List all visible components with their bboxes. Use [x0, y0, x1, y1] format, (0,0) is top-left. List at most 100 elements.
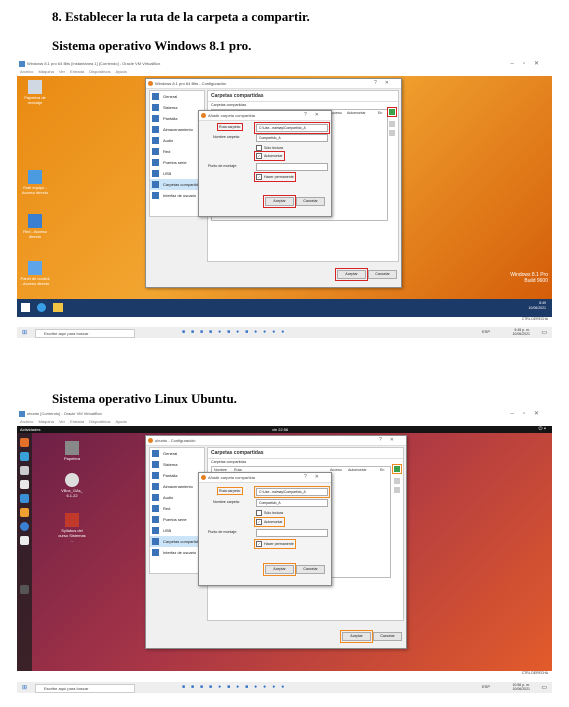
ub-sidebar-item-sistema[interactable]: Sistema	[150, 459, 204, 470]
settings-help-close[interactable]: ?✕	[374, 80, 397, 86]
sidebar-item-interfaz-usuario[interactable]: Interfaz de usuario	[150, 190, 204, 201]
papelera-shortcut[interactable]: Papelera	[57, 441, 87, 461]
pinned-apps[interactable]: ■■■■●■●■●●●●	[182, 329, 290, 335]
ub-add-share-cancel-button[interactable]: Cancelar	[296, 565, 325, 574]
thunderbird-icon[interactable]	[20, 452, 29, 461]
ub-readonly-checkbox[interactable]: Sólo lectura	[256, 510, 283, 516]
ub-notifications-icon[interactable]: ▭	[541, 684, 547, 691]
sidebar-item-sistema[interactable]: Sistema	[150, 102, 204, 113]
ub-settings-sidebar: General Sistema Pantalla Almacenamiento …	[149, 447, 205, 574]
sidebar-item-general[interactable]: General	[150, 91, 204, 102]
ub-menu-entrada[interactable]: Entrada	[70, 419, 84, 424]
window-controls[interactable]: –▫✕	[511, 60, 549, 67]
ub-menu-maquina[interactable]: Máquina	[38, 419, 53, 424]
ub-top-clock[interactable]: vie 22:56	[272, 427, 288, 432]
menu-ver[interactable]: Ver	[59, 69, 65, 74]
ub-sidebar-item-carpetas-compartidas[interactable]: Carpetas compartidas	[150, 536, 204, 547]
ub-menu-dispositivos[interactable]: Dispositivos	[89, 419, 110, 424]
automount-checkbox[interactable]: ✓ Automontar	[254, 151, 285, 161]
firefox-icon[interactable]	[20, 438, 29, 447]
ub-add-share-ok-button[interactable]: Aceptar	[263, 563, 296, 576]
readonly-checkbox[interactable]: Sólo lectura	[256, 145, 283, 151]
ub-storage-icon	[152, 483, 159, 490]
show-apps-icon[interactable]	[20, 585, 29, 594]
windows-start-icon[interactable]: ⊞	[22, 329, 27, 336]
ub-sidebar-item-general[interactable]: General	[150, 448, 204, 459]
name-field[interactable]: Compartido_A	[256, 134, 328, 142]
writer-icon[interactable]	[20, 494, 29, 503]
ub-sidebar-item-almacenamiento[interactable]: Almacenamiento	[150, 481, 204, 492]
ub-settings-help-close[interactable]: ?✕	[379, 437, 402, 443]
sidebar-item-pantalla[interactable]: Pantalla	[150, 113, 204, 124]
ub-sidebar-item-pantalla[interactable]: Pantalla	[150, 470, 204, 481]
sidebar-item-puertos-serie[interactable]: Puertos serie	[150, 157, 204, 168]
ub-edit-share-icon[interactable]	[394, 478, 400, 484]
ub-name-field[interactable]: Compartido_A	[256, 499, 328, 507]
ub-windows-start-icon[interactable]: ⊞	[22, 684, 27, 691]
add-share-cancel-button[interactable]: Cancelar	[296, 197, 325, 206]
ub-host-search-box[interactable]: Escribe aquí para buscar	[35, 684, 135, 693]
ub-sidebar-item-usb[interactable]: USB	[150, 525, 204, 536]
ub-add-share-help-close[interactable]: ?✕	[304, 474, 327, 480]
remove-share-icon[interactable]	[389, 130, 395, 136]
host-title-bar: Windows 8.1 pro 64 Bits [Instantánea 1] …	[17, 60, 552, 69]
ub-window-controls[interactable]: –▫✕	[511, 410, 549, 417]
rhythmbox-icon[interactable]	[20, 480, 29, 489]
start-icon[interactable]	[21, 303, 30, 312]
software-icon[interactable]	[20, 508, 29, 517]
syllabus-shortcut[interactable]: Syllabus del curso Sistemas ...	[57, 513, 87, 543]
ub-path-field[interactable]: C:\Use...ealmay\Compartido_A	[254, 486, 330, 498]
ub-remove-share-icon[interactable]	[394, 487, 400, 493]
ub-sidebar-item-puertos-serie[interactable]: Puertos serie	[150, 514, 204, 525]
add-share-help-close[interactable]: ?✕	[304, 112, 327, 118]
edge-icon[interactable]	[37, 303, 46, 312]
ub-mount-field[interactable]	[256, 529, 328, 537]
ub-host-lang[interactable]: ESP	[482, 684, 490, 689]
help-icon[interactable]	[20, 522, 29, 531]
settings-cancel-button[interactable]: Cancelar	[368, 270, 397, 279]
system-menu-icons[interactable]: ⏻ ▾	[539, 426, 546, 432]
menu-entrada[interactable]: Entrada	[70, 69, 84, 74]
activities-button[interactable]: Actividades	[20, 427, 40, 432]
ub-automount-checkbox[interactable]: ✓ Automontar	[254, 517, 285, 527]
ub-sidebar-item-interfaz-usuario[interactable]: Interfaz de usuario	[150, 547, 204, 558]
add-share-ok-button[interactable]: Aceptar	[263, 195, 296, 208]
host-search-box[interactable]: Escribe aquí para buscar	[35, 329, 135, 338]
ub-menu-ayuda[interactable]: Ayuda	[115, 419, 126, 424]
menu-maquina[interactable]: Máquina	[38, 69, 53, 74]
this-pc-shortcut[interactable]: Este equipo - Acceso directo	[20, 170, 50, 195]
mount-field[interactable]	[256, 163, 328, 171]
sidebar-item-carpetas-compartidas[interactable]: Carpetas compartidas	[150, 179, 204, 190]
add-share-icon[interactable]	[387, 107, 397, 117]
host-lang[interactable]: ESP	[482, 329, 490, 334]
sidebar-item-red[interactable]: Red	[150, 146, 204, 157]
recycle-bin-shortcut[interactable]: Papelera de reciclaje	[20, 80, 50, 105]
control-panel-shortcut[interactable]: Panel de control - Acceso directo	[20, 261, 50, 286]
amazon-icon[interactable]	[20, 536, 29, 545]
menu-dispositivos[interactable]: Dispositivos	[89, 69, 110, 74]
explorer-icon[interactable]	[53, 303, 63, 312]
ub-add-share-icon[interactable]	[392, 464, 402, 474]
ub-sidebar-item-red[interactable]: Red	[150, 503, 204, 514]
sidebar-item-usb[interactable]: USB	[150, 168, 204, 179]
notifications-icon[interactable]: ▭	[541, 329, 547, 336]
settings-ok-button[interactable]: Aceptar	[335, 268, 368, 281]
network-shortcut[interactable]: Red - Acceso directo	[20, 214, 50, 239]
ub-col-en: En	[380, 468, 385, 472]
vbox-cd-shortcut[interactable]: VBox_GAs_ 6.1.22	[57, 473, 87, 498]
ub-menu-ver[interactable]: Ver	[59, 419, 65, 424]
edit-share-icon[interactable]	[389, 121, 395, 127]
sidebar-item-almacenamiento[interactable]: Almacenamiento	[150, 124, 204, 135]
ub-settings-cancel-button[interactable]: Cancelar	[373, 632, 402, 641]
ub-permanent-checkbox[interactable]: ✓ Hacer permanente	[254, 539, 296, 549]
files-icon[interactable]	[20, 466, 29, 475]
menu-ayuda[interactable]: Ayuda	[115, 69, 126, 74]
menu-archivo[interactable]: Archivo	[20, 69, 33, 74]
path-field[interactable]: C:\Use...ealmay\Compartido_A	[254, 122, 330, 134]
ub-sidebar-item-audio[interactable]: Audio	[150, 492, 204, 503]
permanent-checkbox[interactable]: ✓ Hacer permanente	[254, 172, 296, 182]
ub-menu-archivo[interactable]: Archivo	[20, 419, 33, 424]
ub-settings-ok-button[interactable]: Aceptar	[340, 630, 373, 643]
sidebar-item-audio[interactable]: Audio	[150, 135, 204, 146]
ub-pinned-apps[interactable]: ■■■■●■●■●●●●	[182, 684, 290, 690]
